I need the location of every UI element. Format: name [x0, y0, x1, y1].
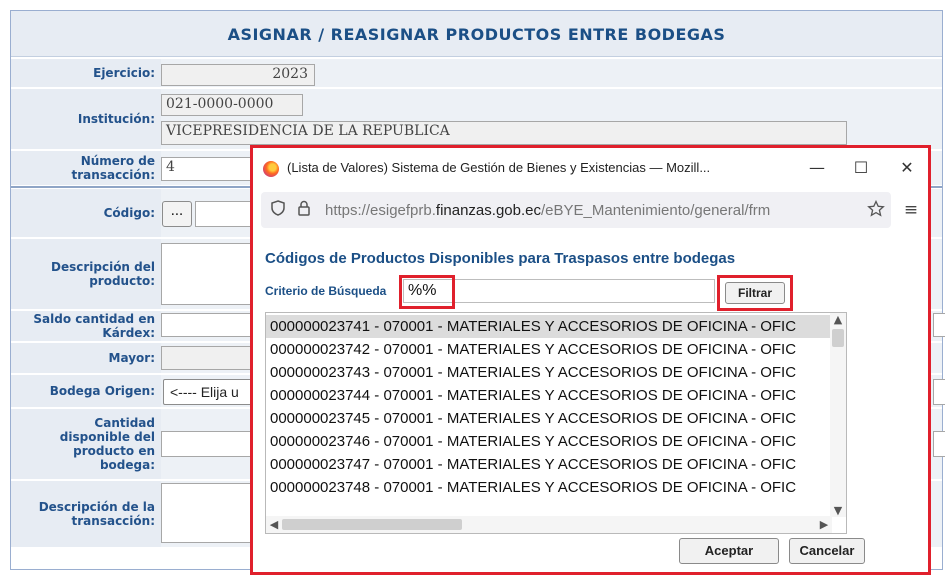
- bookmark-star-icon[interactable]: [867, 199, 885, 220]
- descripcion-producto-label: Descripción del producto:: [11, 239, 161, 309]
- mayor-label: Mayor:: [11, 343, 161, 373]
- url-text[interactable]: https://esigefprb.finanzas.gob.ec/eBYE_M…: [325, 202, 845, 219]
- list-item[interactable]: 000000023746 - 070001 - MATERIALES Y ACC…: [266, 430, 832, 453]
- codigo-label: Código:: [11, 189, 161, 237]
- search-highlight: [399, 275, 455, 309]
- ejercicio-label: Ejercicio:: [11, 59, 161, 87]
- descripcion-transaccion-label: Descripción de la transacción:: [11, 481, 161, 547]
- cantidad-disponible-label: Cantidad disponible del producto en bode…: [11, 409, 161, 479]
- scroll-up-icon[interactable]: ▲: [830, 313, 846, 326]
- list-item[interactable]: 000000023748 - 070001 - MATERIALES Y ACC…: [266, 476, 832, 499]
- cancelar-button[interactable]: Cancelar: [789, 538, 865, 564]
- codigo-field[interactable]: [195, 201, 255, 227]
- cantidad-disponible-right-field[interactable]: [933, 431, 945, 457]
- close-button[interactable]: ✕: [893, 156, 921, 180]
- cantidad-disponible-field[interactable]: [161, 431, 251, 457]
- saldo-kardex-right-field[interactable]: [933, 313, 945, 337]
- bodega-origen-right-field[interactable]: [933, 379, 945, 405]
- popup-titlebar: (Lista de Valores) Sistema de Gestión de…: [253, 148, 928, 188]
- vertical-scrollbar[interactable]: ▲ ▼: [830, 313, 846, 517]
- numero-transaccion-label: Número de transacción:: [11, 151, 161, 185]
- ejercicio-field[interactable]: 2023: [161, 64, 315, 86]
- scroll-left-icon[interactable]: ◀: [266, 518, 282, 531]
- minimize-button[interactable]: —: [803, 156, 831, 180]
- descripcion-transaccion-field[interactable]: [161, 483, 251, 543]
- bodega-origen-label: Bodega Origen:: [11, 375, 161, 407]
- horizontal-scrollbar[interactable]: ◀ ▶: [266, 516, 832, 533]
- aceptar-button[interactable]: Aceptar: [679, 538, 779, 564]
- list-item[interactable]: 000000023742 - 070001 - MATERIALES Y ACC…: [266, 338, 832, 361]
- saldo-kardex-field[interactable]: [161, 313, 251, 337]
- firefox-icon: [263, 161, 279, 177]
- bodega-origen-select[interactable]: <---- Elija u: [163, 379, 253, 405]
- product-listbox[interactable]: 000000023741 - 070001 - MATERIALES Y ACC…: [265, 312, 847, 534]
- hamburger-menu-icon[interactable]: ≡: [901, 200, 921, 220]
- mayor-field[interactable]: [161, 346, 251, 370]
- institucion-name-field[interactable]: VICEPRESIDENCIA DE LA REPUBLICA: [161, 121, 847, 145]
- criterio-label: Criterio de Búsqueda: [265, 284, 387, 298]
- scroll-down-icon[interactable]: ▼: [830, 504, 846, 517]
- saldo-kardex-label: Saldo cantidad en Kárdex:: [11, 311, 161, 341]
- popup-window-title: (Lista de Valores) Sistema de Gestión de…: [287, 160, 711, 175]
- lista-valores-popup: (Lista de Valores) Sistema de Gestión de…: [250, 145, 931, 575]
- codigo-lookup-button[interactable]: ...: [162, 201, 192, 227]
- list-item[interactable]: 000000023745 - 070001 - MATERIALES Y ACC…: [266, 407, 832, 430]
- scroll-right-icon[interactable]: ▶: [816, 518, 832, 531]
- popup-heading: Códigos de Productos Disponibles para Tr…: [265, 250, 736, 267]
- horizontal-scroll-thumb[interactable]: [282, 519, 462, 530]
- list-item[interactable]: 000000023741 - 070001 - MATERIALES Y ACC…: [266, 315, 832, 338]
- list-item[interactable]: 000000023747 - 070001 - MATERIALES Y ACC…: [266, 453, 832, 476]
- vertical-scroll-thumb[interactable]: [832, 329, 844, 347]
- form-title: ASIGNAR / REASIGNAR PRODUCTOS ENTRE BODE…: [11, 11, 942, 57]
- lock-icon[interactable]: [295, 200, 313, 220]
- numero-transaccion-field[interactable]: 4: [161, 157, 251, 181]
- descripcion-producto-field[interactable]: [161, 243, 251, 305]
- institucion-label: Institución:: [11, 89, 161, 149]
- url-bar[interactable]: https://esigefprb.finanzas.gob.ec/eBYE_M…: [261, 192, 891, 228]
- list-item[interactable]: 000000023744 - 070001 - MATERIALES Y ACC…: [266, 384, 832, 407]
- shield-icon[interactable]: [269, 200, 287, 220]
- filtrar-highlight: [717, 275, 793, 311]
- list-item[interactable]: 000000023743 - 070001 - MATERIALES Y ACC…: [266, 361, 832, 384]
- maximize-button[interactable]: ☐: [847, 156, 875, 180]
- institucion-code-field[interactable]: 021-0000-0000: [161, 94, 303, 116]
